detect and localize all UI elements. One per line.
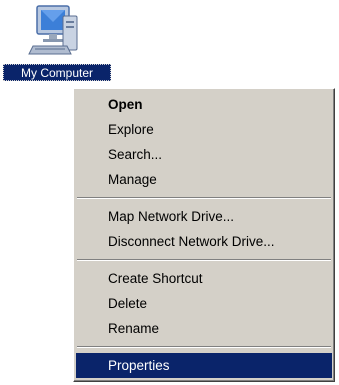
menu-separator [77, 197, 331, 199]
menu-separator [77, 346, 331, 348]
menu-item-disconnect-network-drive[interactable]: Disconnect Network Drive... [76, 229, 332, 254]
menu-item-map-network-drive[interactable]: Map Network Drive... [76, 204, 332, 229]
menu-separator [77, 259, 331, 261]
menu-item-create-shortcut[interactable]: Create Shortcut [76, 266, 332, 291]
menu-item-rename[interactable]: Rename [76, 316, 332, 341]
menu-item-manage[interactable]: Manage [76, 167, 332, 192]
menu-item-properties[interactable]: Properties [76, 353, 332, 378]
menu-item-delete[interactable]: Delete [76, 291, 332, 316]
desktop-icon-label: My Computer [3, 64, 111, 81]
my-computer-icon [28, 5, 78, 55]
desktop-icon-my-computer[interactable]: My Computer [0, 0, 112, 90]
menu-item-explore[interactable]: Explore [76, 117, 332, 142]
menu-item-search[interactable]: Search... [76, 142, 332, 167]
menu-item-open[interactable]: Open [76, 92, 332, 117]
context-menu: Open Explore Search... Manage Map Network Dr… [73, 88, 335, 382]
